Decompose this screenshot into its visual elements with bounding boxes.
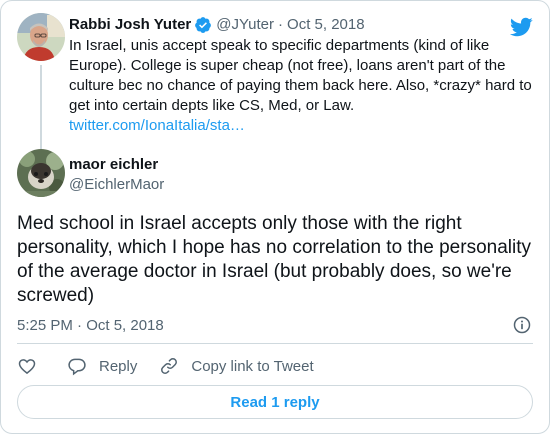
author-name[interactable]: Rabbi Josh Yuter xyxy=(69,15,191,35)
author-handle[interactable]: @EichlerMaor xyxy=(69,175,164,195)
verified-badge-icon xyxy=(195,17,212,33)
avatar[interactable] xyxy=(17,13,65,61)
like-button[interactable] xyxy=(17,356,37,376)
reply-button[interactable]: Reply xyxy=(67,356,137,376)
tweet-actions: Reply Copy link to Tweet xyxy=(17,355,336,377)
quoted-tweet-link[interactable]: twitter.com/IonaItalia/sta… xyxy=(69,116,537,136)
author-handle[interactable]: @JYuter xyxy=(216,15,274,35)
link-icon xyxy=(161,358,178,374)
avatar-image xyxy=(17,149,65,197)
divider xyxy=(17,343,533,344)
heart-icon xyxy=(18,359,36,375)
parent-tweet-text: In Israel, unis accept speak to specific… xyxy=(69,37,532,114)
meta-separator: · xyxy=(278,16,284,33)
tweet-text: Med school in Israel accepts only those … xyxy=(17,213,532,306)
tweet-timestamp[interactable]: 5:25 PM · Oct 5, 2018 xyxy=(17,316,164,336)
tweet-card: Rabbi Josh Yuter @JYuter · Oct 5, 2018 I… xyxy=(0,0,550,434)
parent-tweet-header: Rabbi Josh Yuter @JYuter · Oct 5, 2018 xyxy=(69,15,537,35)
author-name[interactable]: maor eichler xyxy=(69,155,164,175)
info-icon[interactable] xyxy=(512,315,532,335)
tweet-author: maor eichler @EichlerMaor xyxy=(69,155,164,195)
reply-icon xyxy=(68,358,86,376)
copy-link-button[interactable]: Copy link to Tweet xyxy=(159,356,314,376)
avatar-image xyxy=(17,13,65,61)
thread-connector xyxy=(40,65,42,150)
reply-label: Reply xyxy=(99,357,138,375)
tweet-header: maor eichler @EichlerMaor xyxy=(17,149,537,199)
avatar[interactable] xyxy=(17,149,65,197)
parent-tweet-body: Rabbi Josh Yuter @JYuter · Oct 5, 2018 I… xyxy=(69,15,537,136)
tweet-date[interactable]: Oct 5, 2018 xyxy=(287,15,365,35)
read-replies-button[interactable]: Read 1 reply xyxy=(17,385,533,419)
twitter-bird-icon[interactable] xyxy=(509,15,533,39)
copy-link-label: Copy link to Tweet xyxy=(191,357,314,375)
